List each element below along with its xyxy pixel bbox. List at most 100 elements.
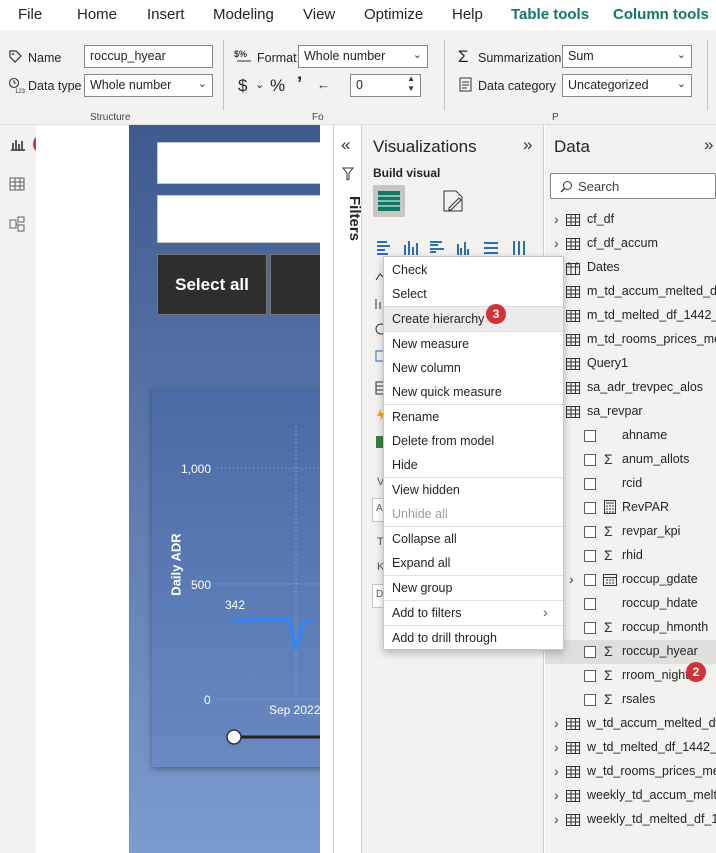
table-view-icon[interactable]: [9, 176, 25, 192]
summarization-select[interactable]: Sum ⌄: [562, 45, 692, 68]
menu-item-add-to-drill-through[interactable]: Add to drill through: [384, 626, 563, 650]
menu-item-collapse-all[interactable]: Collapse all: [384, 527, 563, 551]
format-select[interactable]: Whole number ⌄: [298, 45, 428, 68]
menu-item-new-quick-measure[interactable]: New quick measure: [384, 380, 563, 404]
menu-item-view-hidden[interactable]: View hidden: [384, 478, 563, 502]
menu-item-new-column[interactable]: New column: [384, 356, 563, 380]
field-checkbox[interactable]: [584, 478, 596, 490]
percent-button[interactable]: %: [270, 76, 285, 96]
clustered-bar-chart-icon[interactable]: [429, 240, 445, 256]
chevron-right-icon[interactable]: ›: [569, 571, 574, 587]
menu-item-new-group[interactable]: New group: [384, 576, 563, 600]
field-checkbox[interactable]: [584, 550, 596, 562]
field-checkbox[interactable]: [584, 646, 596, 658]
slicer-input[interactable]: [157, 195, 320, 243]
field-item[interactable]: Σrevpar_kpi: [545, 520, 716, 544]
decimal-icon[interactable]: ←: [317, 77, 330, 92]
field-checkbox[interactable]: [584, 598, 596, 610]
menu-item-check[interactable]: Check: [384, 258, 563, 282]
menu-item-expand-all[interactable]: Expand all: [384, 551, 563, 575]
table-item[interactable]: › w_td_accum_melted_df...: [545, 712, 716, 736]
menu-home[interactable]: Home: [77, 6, 117, 23]
chevron-right-icon[interactable]: ›: [554, 739, 559, 755]
chevron-down-icon[interactable]: ⌄: [255, 78, 264, 91]
table-item[interactable]: › cf_df_accum: [545, 232, 716, 256]
field-checkbox[interactable]: [584, 454, 596, 466]
100-bar-chart-icon[interactable]: [483, 240, 499, 256]
field-checkbox[interactable]: [584, 694, 596, 706]
slicer-input[interactable]: [157, 142, 320, 184]
menu-help[interactable]: Help: [452, 6, 483, 23]
table-item[interactable]: Dates: [545, 256, 716, 280]
table-item[interactable]: Query1: [545, 352, 716, 376]
model-view-icon[interactable]: [9, 216, 25, 232]
field-item[interactable]: RevPAR: [545, 496, 716, 520]
field-item[interactable]: ahname: [545, 424, 716, 448]
menu-item-rename[interactable]: Rename: [384, 405, 563, 429]
field-item[interactable]: roccup_hdate: [545, 592, 716, 616]
expand-chevron-icon[interactable]: »: [523, 135, 532, 155]
name-input[interactable]: roccup_hyear: [84, 45, 213, 68]
chevron-right-icon[interactable]: ›: [554, 787, 559, 803]
field-item[interactable]: Σroccup_hyear: [545, 640, 716, 664]
table-item[interactable]: m_td_rooms_prices_me...: [545, 328, 716, 352]
field-item[interactable]: rcid: [545, 472, 716, 496]
menu-item-select[interactable]: Select: [384, 282, 563, 306]
field-checkbox[interactable]: [584, 430, 596, 442]
menu-item-new-measure[interactable]: New measure: [384, 332, 563, 356]
field-item[interactable]: Σrsales: [545, 688, 716, 712]
data-type-select[interactable]: Whole number ⌄: [84, 74, 213, 97]
chevron-right-icon[interactable]: ›: [554, 235, 559, 251]
decimals-stepper[interactable]: 0 ▲ ▼: [350, 74, 421, 97]
menu-view[interactable]: View: [303, 6, 335, 23]
menu-item-create-hierarchy[interactable]: Create hierarchy: [384, 307, 563, 331]
clustered-column-chart-icon[interactable]: [456, 240, 472, 256]
menu-item-delete-from-model[interactable]: Delete from model: [384, 429, 563, 453]
field-item[interactable]: Σanum_allots: [545, 448, 716, 472]
stacked-bar-chart-icon[interactable]: [376, 240, 392, 256]
menu-file[interactable]: File: [18, 6, 42, 23]
format-visual-icon[interactable]: [441, 188, 467, 214]
menu-optimize[interactable]: Optimize: [364, 6, 423, 23]
chevron-right-icon[interactable]: ›: [554, 763, 559, 779]
table-item[interactable]: › w_td_melted_df_1442_1...: [545, 736, 716, 760]
chevron-right-icon[interactable]: ›: [554, 715, 559, 731]
report-view-icon[interactable]: [10, 137, 26, 151]
table-item[interactable]: › cf_df: [545, 208, 716, 232]
table-item[interactable]: sa_revpar: [545, 400, 716, 424]
data-category-select[interactable]: Uncategorized ⌄: [562, 74, 692, 97]
menu-column-tools[interactable]: Column tools: [613, 6, 709, 32]
field-item[interactable]: Σroccup_hmonth: [545, 616, 716, 640]
menu-item-add-to-filters[interactable]: Add to filters: [384, 601, 563, 625]
table-item[interactable]: › weekly_td_melted_df_1...: [545, 808, 716, 832]
field-checkbox[interactable]: [584, 526, 596, 538]
chevron-right-icon[interactable]: ›: [554, 211, 559, 227]
field-checkbox[interactable]: [584, 574, 596, 586]
table-item[interactable]: m_td_melted_df_1442_...: [545, 304, 716, 328]
menu-table-tools[interactable]: Table tools: [511, 6, 589, 23]
date-slider-handle[interactable]: [226, 729, 242, 745]
field-checkbox[interactable]: [584, 670, 596, 682]
expand-chevron-icon[interactable]: »: [704, 135, 713, 155]
search-input[interactable]: Search: [550, 173, 716, 199]
field-checkbox[interactable]: [584, 502, 596, 514]
currency-button[interactable]: $: [238, 76, 247, 96]
comma-button[interactable]: ’: [297, 74, 302, 96]
table-item[interactable]: › weekly_td_accum_melt...: [545, 784, 716, 808]
collapse-chevron-icon[interactable]: «: [341, 135, 350, 155]
select-all-button[interactable]: Select all: [157, 254, 267, 315]
field-item[interactable]: › roccup_gdate: [545, 568, 716, 592]
field-checkbox[interactable]: [584, 622, 596, 634]
table-item[interactable]: sa_adr_trevpec_alos: [545, 376, 716, 400]
table-item[interactable]: m_td_accum_melted_df...: [545, 280, 716, 304]
filters-label[interactable]: Filters: [346, 196, 363, 241]
menu-item-hide[interactable]: Hide: [384, 453, 563, 477]
table-item[interactable]: › w_td_rooms_prices_mel...: [545, 760, 716, 784]
build-visual-tab[interactable]: [373, 185, 405, 217]
menu-modeling[interactable]: Modeling: [213, 6, 274, 23]
stacked-column-chart-icon[interactable]: [402, 240, 418, 256]
field-item[interactable]: Σrhid: [545, 544, 716, 568]
menu-insert[interactable]: Insert: [147, 6, 185, 23]
chevron-right-icon[interactable]: ›: [554, 811, 559, 827]
100-column-chart-icon[interactable]: [511, 240, 527, 256]
